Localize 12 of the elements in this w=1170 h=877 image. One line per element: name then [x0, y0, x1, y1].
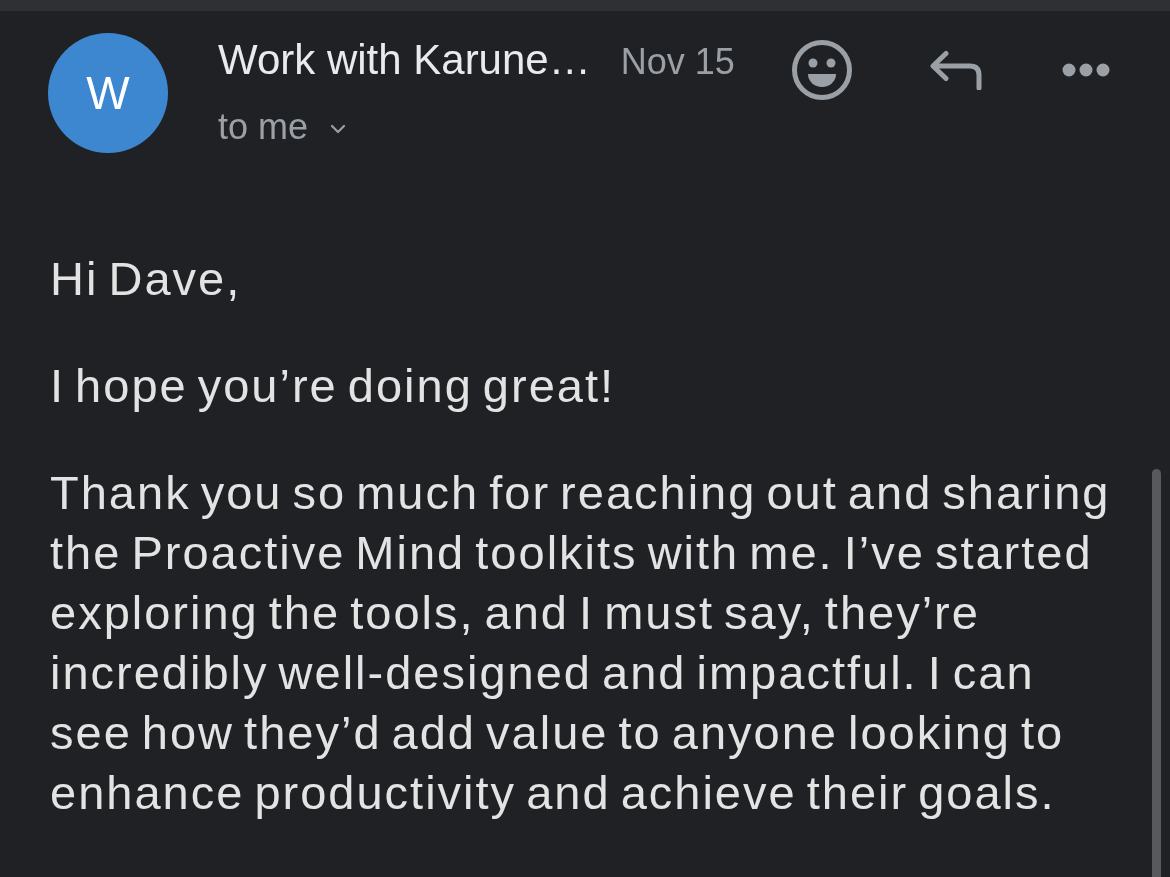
sender-name: Work with Karune… — [218, 35, 591, 85]
body-paragraph: Thank you so much for reaching out and sharing the Proactive Mind toolkits with me. I’ve started exploring the tools, and I must say, they’re incredibly well-designed and impactful. I can see how they’d add value to anyone looking to enhance productivity and achieve their goals. — [50, 465, 1112, 821]
smiley-icon[interactable] — [792, 40, 852, 100]
chevron-down-icon[interactable] — [330, 124, 347, 134]
body-paragraph: I hope you’re doing great! — [50, 358, 617, 414]
body-paragraph: Hi Dave, — [50, 251, 243, 307]
more-options-icon[interactable] — [1062, 63, 1110, 77]
recipient-text[interactable]: to me — [218, 105, 309, 149]
avatar-letter: W — [86, 66, 130, 120]
scrollbar-thumb[interactable] — [1152, 469, 1161, 877]
message-date: Nov 15 — [620, 40, 735, 84]
reply-icon[interactable] — [928, 50, 982, 90]
